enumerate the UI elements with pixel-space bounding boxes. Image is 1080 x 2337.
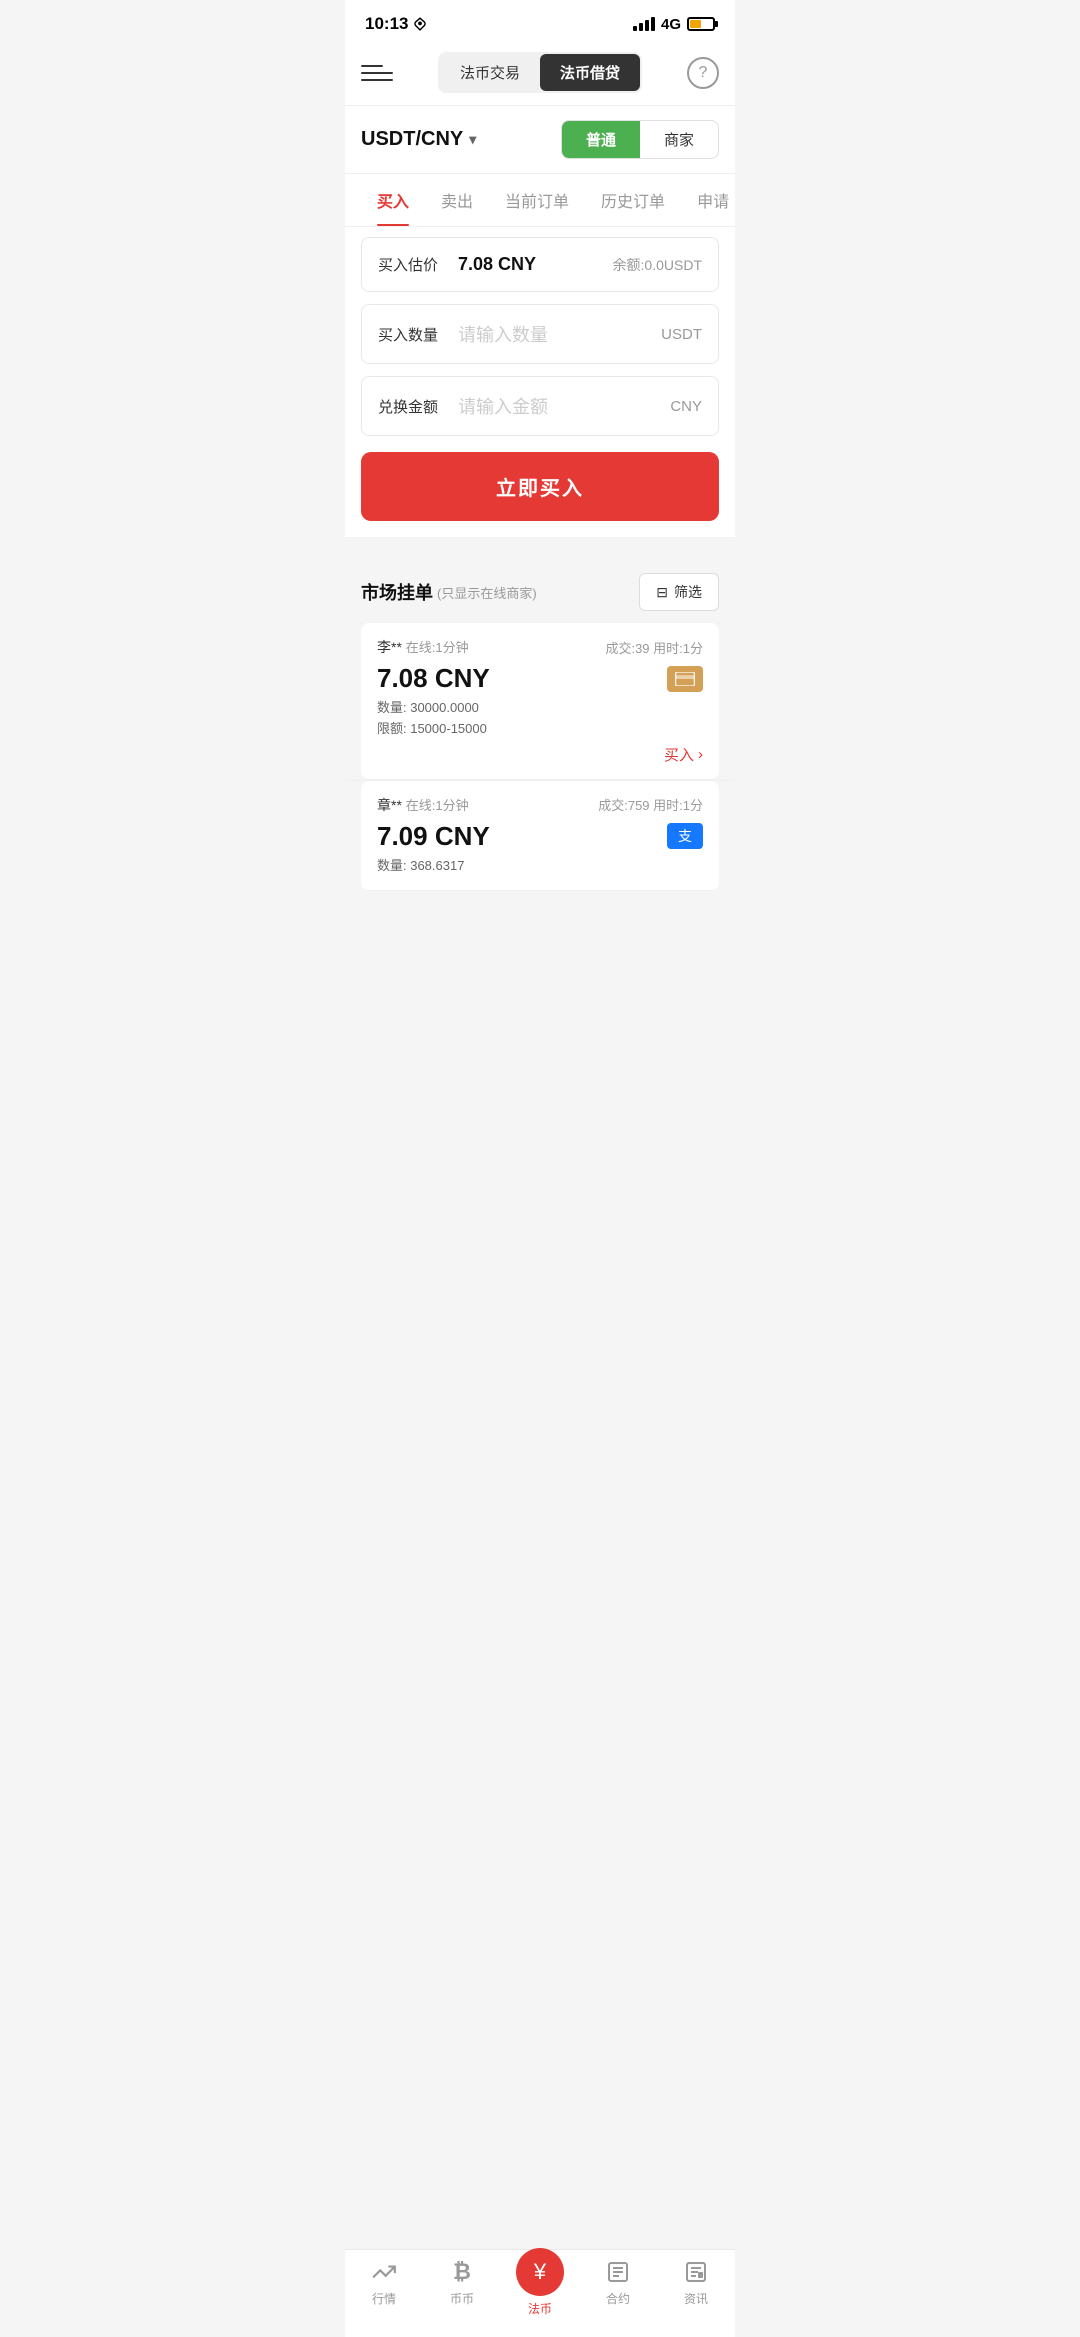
filter-icon: ⊟	[656, 584, 668, 601]
exchange-label: 兑换金额	[378, 396, 448, 417]
order-stats-2: 成交:759 用时:1分	[598, 795, 703, 814]
payment-icon-2: 支	[667, 823, 703, 849]
order-seller-2: 章** 在线:1分钟	[377, 795, 469, 815]
tab-apply[interactable]: 申请	[681, 174, 735, 226]
seller-online-2: 在线:1分钟	[406, 798, 469, 813]
tab-current-orders[interactable]: 当前订单	[489, 174, 585, 226]
chevron-down-icon: ▾	[469, 131, 476, 148]
order-action-1[interactable]: 买入 ›	[377, 744, 703, 765]
nav-coin[interactable]: ₿ 币币	[423, 2258, 501, 2317]
order-meta-1: 李** 在线:1分钟 成交:39 用时:1分	[377, 637, 703, 657]
quantity-placeholder: 请输入数量	[458, 321, 661, 347]
help-button[interactable]: ?	[687, 57, 719, 89]
nav-market-label: 行情	[372, 2290, 396, 2307]
market-icon	[370, 2258, 398, 2286]
nav-fabi[interactable]: ¥ 法币	[501, 2258, 579, 2317]
nav-contract[interactable]: 合约	[579, 2258, 657, 2317]
time-display: 10:13	[365, 14, 408, 34]
normal-type-btn[interactable]: 普通	[562, 121, 640, 158]
market-title: 市场挂单 (只显示在线商家)	[361, 579, 537, 605]
chevron-right-icon-1: ›	[698, 746, 703, 763]
order-price-row-2: 7.09 CNY 支	[377, 821, 703, 852]
status-bar: 10:13 4G	[345, 0, 735, 42]
section-separator	[345, 537, 735, 547]
order-quantity-1: 数量: 30000.0000	[377, 698, 703, 719]
seller-name-2: 章**	[377, 797, 402, 813]
market-section: 市场挂单 (只显示在线商家) ⊟ 筛选 李** 在线:1分钟 成交:39 用时:…	[345, 557, 735, 907]
header: 法币交易 法币借贷 ?	[345, 42, 735, 106]
pair-type-switch: 普通 商家	[561, 120, 719, 159]
order-detail-2: 数量: 368.6317	[377, 856, 703, 877]
tab-sell[interactable]: 卖出	[425, 174, 489, 226]
filter-button[interactable]: ⊟ 筛选	[639, 573, 719, 611]
quantity-label: 买入数量	[378, 324, 448, 345]
order-price-row-1: 7.08 CNY	[377, 663, 703, 694]
main-tab-switch: 法币交易 法币借贷	[438, 52, 642, 93]
order-card-1: 李** 在线:1分钟 成交:39 用时:1分 7.08 CNY 数量: 3000…	[361, 623, 719, 780]
tab-trade[interactable]: 法币交易	[440, 54, 540, 91]
filter-label: 筛选	[674, 582, 702, 602]
pair-selector[interactable]: USDT/CNY ▾	[361, 128, 476, 151]
balance-display: 余额:0.0USDT	[613, 255, 702, 275]
order-card-2: 章** 在线:1分钟 成交:759 用时:1分 7.09 CNY 支 数量: 3…	[361, 781, 719, 892]
news-icon	[682, 2258, 710, 2286]
buy-form: 买入估价 7.08 CNY 余额:0.0USDT 买入数量 请输入数量 USDT…	[345, 227, 735, 537]
nav-news[interactable]: 资讯	[657, 2258, 735, 2317]
order-stats-1: 成交:39 用时:1分	[605, 638, 703, 657]
exchange-unit: CNY	[670, 398, 702, 415]
order-price-2: 7.09 CNY	[377, 821, 490, 852]
nav-coin-label: 币币	[450, 2290, 474, 2307]
order-limit-1: 限额: 15000-15000	[377, 719, 703, 740]
market-header: 市场挂单 (只显示在线商家) ⊟ 筛选	[361, 573, 719, 611]
nav-market[interactable]: 行情	[345, 2258, 423, 2317]
location-icon	[413, 17, 427, 31]
tab-history-orders[interactable]: 历史订单	[585, 174, 681, 226]
exchange-field[interactable]: 兑换金额 请输入金额 CNY	[361, 376, 719, 436]
nav-contract-label: 合约	[606, 2290, 630, 2307]
merchant-type-btn[interactable]: 商家	[640, 121, 718, 158]
quantity-field[interactable]: 买入数量 请输入数量 USDT	[361, 304, 719, 364]
seller-name-1: 李**	[377, 639, 402, 655]
status-indicators: 4G	[633, 16, 715, 33]
order-buy-label-1: 买入	[664, 744, 694, 765]
exchange-placeholder: 请输入金额	[458, 393, 670, 419]
coin-icon: ₿	[448, 2258, 476, 2286]
status-time: 10:13	[365, 14, 427, 34]
tab-buy[interactable]: 买入	[361, 174, 425, 226]
price-field: 买入估价 7.08 CNY 余额:0.0USDT	[361, 237, 719, 292]
pair-row: USDT/CNY ▾ 普通 商家	[345, 106, 735, 174]
order-quantity-2: 数量: 368.6317	[377, 856, 703, 877]
nav-fabi-label: 法币	[528, 2300, 552, 2317]
order-meta-2: 章** 在线:1分钟 成交:759 用时:1分	[377, 795, 703, 815]
market-title-text: 市场挂单	[361, 579, 433, 605]
quantity-unit: USDT	[661, 326, 702, 343]
order-price-1: 7.08 CNY	[377, 663, 490, 694]
seller-online-1: 在线:1分钟	[406, 640, 469, 655]
alipay-icon: 支	[678, 826, 692, 846]
tab-loan[interactable]: 法币借贷	[540, 54, 640, 91]
bottom-nav: 行情 ₿ 币币 ¥ 法币 合约 资讯	[345, 2249, 735, 2337]
card-icon	[675, 672, 695, 686]
order-seller-1: 李** 在线:1分钟	[377, 637, 469, 657]
buy-now-button[interactable]: 立即买入	[361, 452, 719, 521]
signal-icon	[633, 17, 655, 31]
network-label: 4G	[661, 16, 681, 33]
pair-name-label: USDT/CNY	[361, 128, 463, 151]
payment-icon-1	[667, 666, 703, 692]
fabi-icon: ¥	[516, 2248, 564, 2296]
contract-icon	[604, 2258, 632, 2286]
menu-button[interactable]	[361, 57, 393, 89]
nav-news-label: 资讯	[684, 2290, 708, 2307]
battery-icon	[687, 17, 715, 31]
market-subtitle: (只显示在线商家)	[437, 583, 537, 602]
trade-tabs: 买入 卖出 当前订单 历史订单 申请	[345, 174, 735, 227]
order-detail-1: 数量: 30000.0000 限额: 15000-15000	[377, 698, 703, 740]
price-label: 买入估价	[378, 254, 448, 275]
price-value: 7.08 CNY	[458, 254, 613, 275]
